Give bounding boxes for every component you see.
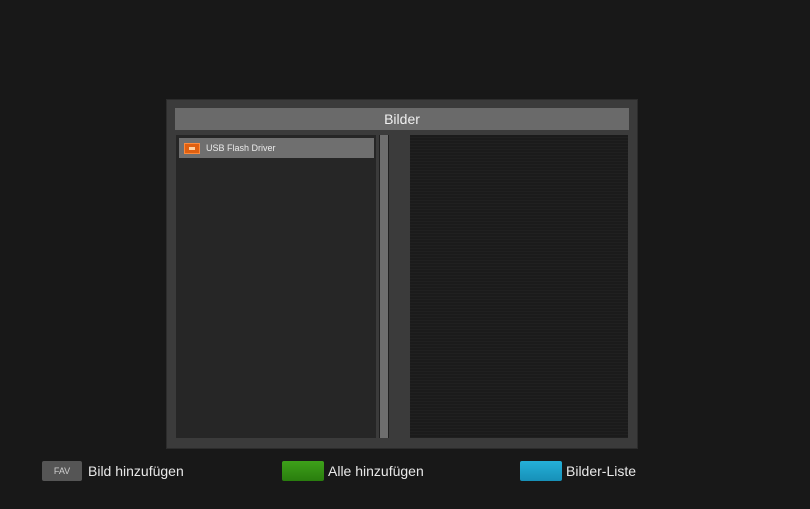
hint-add-picture-label: Bild hinzufügen (88, 463, 184, 479)
hint-picture-list[interactable]: Bilder-Liste (520, 460, 636, 482)
hint-add-picture[interactable]: FAV Bild hinzufügen (42, 460, 184, 482)
tv-screen: Bilder USB Flash Driver FAV Bild hinzufü… (0, 0, 810, 509)
file-list-pane: USB Flash Driver (176, 135, 376, 438)
file-list-scrollbar[interactable] (379, 135, 389, 438)
hint-picture-list-label: Bilder-Liste (566, 463, 637, 479)
usb-drive-icon (184, 142, 200, 154)
blue-key-icon (520, 461, 562, 481)
list-item-label: USB Flash Driver (206, 143, 276, 153)
key-hint-bar: FAV Bild hinzufügen Alle hinzufügen Bild… (0, 456, 810, 486)
hint-add-all-label: Alle hinzufügen (328, 463, 424, 479)
image-preview-pane (410, 135, 628, 438)
list-item-usb-flash-driver[interactable]: USB Flash Driver (179, 138, 374, 158)
pictures-dialog: Bilder USB Flash Driver (167, 100, 637, 448)
dialog-title: Bilder (175, 108, 629, 130)
scrollbar-thumb[interactable] (380, 135, 388, 438)
fav-key-icon: FAV (42, 461, 82, 481)
hint-add-all[interactable]: Alle hinzufügen (282, 460, 424, 482)
green-key-icon (282, 461, 324, 481)
